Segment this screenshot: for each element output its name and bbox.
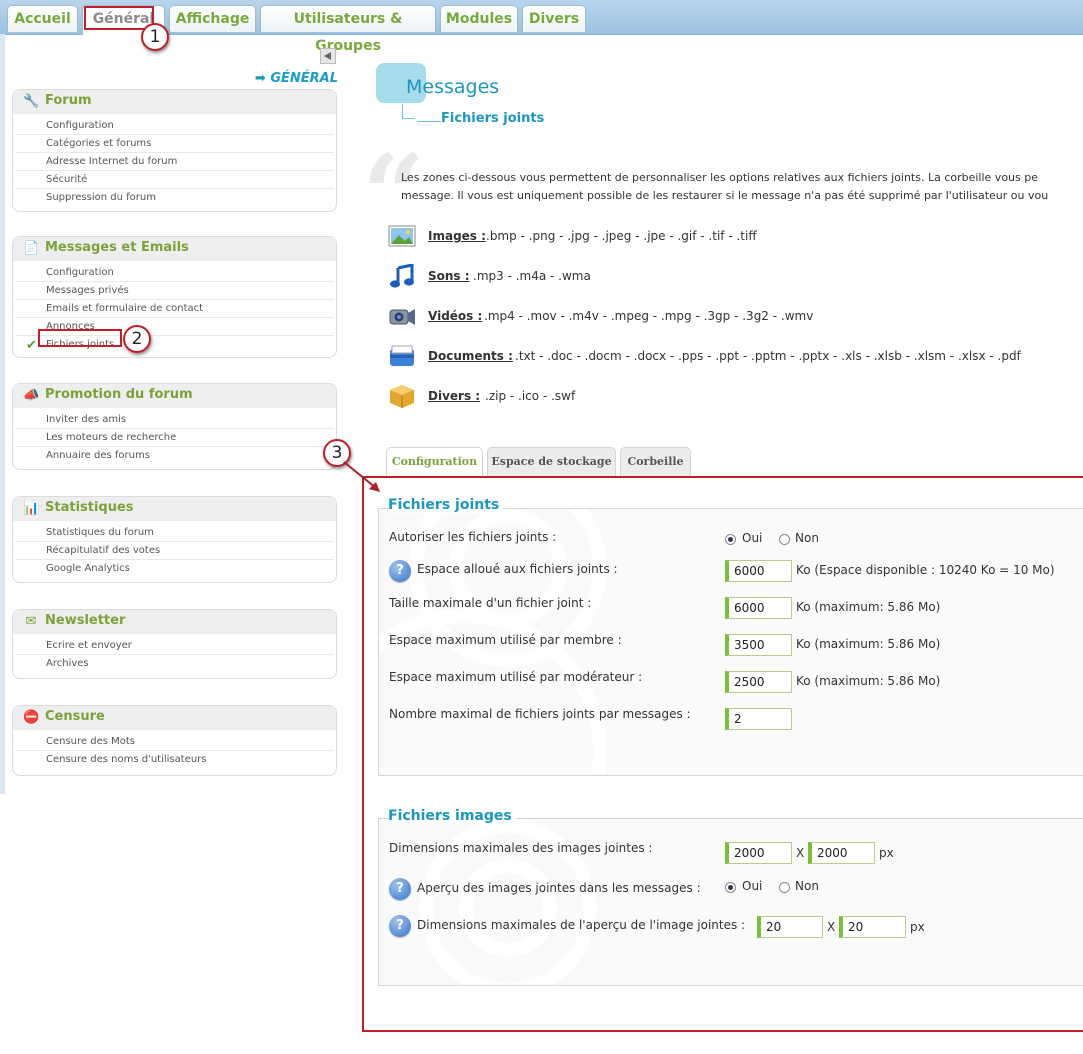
space-note: Ko (Espace disponible : 10240 Ko = 10 Mo…: [796, 563, 1055, 577]
sidebar-item-messages-prives[interactable]: Messages privés: [15, 282, 334, 300]
page-title: Messages: [406, 76, 500, 98]
allow-attachments-label: Autoriser les fichiers joints :: [389, 530, 557, 544]
sidebar-item-moteurs[interactable]: Les moteurs de recherche: [15, 429, 334, 447]
preview-no-label: Non: [795, 879, 819, 893]
attachment-count-label: Nombre maximal de fichiers joints par me…: [389, 707, 691, 721]
image-dims-label: Dimensions maximales des images jointes …: [389, 841, 653, 855]
sidebar-item-inviter[interactable]: Inviter des amis: [15, 411, 334, 429]
intro-text-line-2: message. Il vous est uniquement possible…: [401, 189, 1049, 202]
sidebar-item-suppression[interactable]: Suppression du forum: [15, 189, 334, 206]
sidebar-item-securite[interactable]: Sécurité: [15, 171, 334, 189]
sidebar-item-analytics[interactable]: Google Analytics: [15, 560, 334, 577]
image-height-input[interactable]: 2000: [808, 842, 875, 864]
allow-attachments-no-radio[interactable]: [779, 534, 790, 545]
preview-yes-label: Oui: [742, 879, 763, 893]
pie-chart-icon: 📊: [23, 501, 40, 516]
sidebar-item-votes[interactable]: Récapitulatif des votes: [15, 542, 334, 560]
tab-modules[interactable]: Modules: [440, 5, 518, 32]
preview-yes-radio[interactable]: [725, 882, 736, 893]
member-space-note: Ko (maximum: 5.86 Mo): [796, 637, 941, 651]
wrench-icon: 🔧: [23, 94, 40, 109]
music-note-icon: [390, 264, 414, 288]
collapse-sidebar-button[interactable]: [320, 48, 336, 64]
sidebar-item-categories[interactable]: Catégories et forums: [15, 135, 334, 153]
checkmark-icon: ✔: [26, 338, 37, 353]
space-label: Espace alloué aux fichiers joints :: [417, 562, 618, 576]
tab-configuration[interactable]: Configuration: [386, 447, 483, 478]
max-file-note: Ko (maximum: 5.86 Mo): [796, 600, 941, 614]
allow-no-label: Non: [795, 531, 819, 545]
preview-x-separator: X: [827, 920, 836, 934]
sidebar-item-configuration[interactable]: Configuration: [15, 117, 334, 135]
tab-affichage[interactable]: Affichage: [169, 5, 256, 32]
preview-px-unit: px: [910, 920, 925, 934]
sidebar-item-ecrire[interactable]: Ecrire et envoyer: [15, 637, 334, 655]
envelope-icon: ✉: [25, 614, 37, 629]
image-width-input[interactable]: 2000: [725, 842, 792, 864]
max-file-label: Taille maximale d'un fichier joint :: [389, 596, 592, 610]
megaphone-icon: 📣: [23, 388, 40, 403]
member-space-input[interactable]: 3500: [725, 634, 792, 656]
video-camera-icon: [389, 309, 415, 325]
sidebar-item-censure-mots[interactable]: Censure des Mots: [15, 733, 334, 751]
tab-divers[interactable]: Divers: [522, 5, 586, 32]
attachment-count-input[interactable]: 2: [725, 708, 792, 730]
tab-corbeille[interactable]: Corbeille: [620, 447, 691, 477]
help-icon[interactable]: ?: [389, 878, 411, 900]
dims-px-unit: px: [879, 846, 894, 860]
document-icon: 📄: [23, 241, 40, 256]
highlight-general-tab: [84, 6, 154, 30]
sidebar-item-msg-configuration[interactable]: Configuration: [15, 264, 334, 282]
allow-attachments-yes-radio[interactable]: [725, 534, 736, 545]
sidebar-section-promotion: 📣 Promotion du forum Inviter des amis Les…: [12, 383, 337, 470]
sidebar-section-forum: 🔧 Forum Configuration Catégories et forum…: [12, 89, 337, 212]
preview-label: Aperçu des images jointes dans les messa…: [417, 881, 701, 895]
attachments-legend: Fichiers joints: [388, 497, 504, 513]
image-icon: [388, 225, 416, 247]
preview-width-input[interactable]: 20: [757, 916, 823, 938]
images-legend: Fichiers images: [388, 808, 516, 824]
sidebar-item-annuaire[interactable]: Annuaire des forums: [15, 447, 334, 464]
arrow-right-icon: ➡: [254, 71, 266, 86]
help-icon[interactable]: ?: [389, 560, 411, 582]
dims-x-separator: X: [796, 846, 805, 860]
sidebar-item-archives[interactable]: Archives: [15, 655, 334, 672]
sidebar-section-censure: ⛔ Censure Censure des Mots Censure des no…: [12, 705, 337, 776]
intro-text-line-1: Les zones ci-dessous vous permettent de …: [401, 171, 1038, 184]
tab-utilisateurs-groupes[interactable]: Utilisateurs & Groupes: [260, 5, 436, 54]
space-input[interactable]: 6000: [725, 560, 792, 582]
drawer-icon: [390, 345, 414, 366]
callout-arrow: [343, 461, 380, 492]
preview-no-radio[interactable]: [779, 882, 790, 893]
general-heading[interactable]: ➡ GÉNÉRAL: [246, 71, 338, 86]
max-file-input[interactable]: 6000: [725, 597, 792, 619]
allow-yes-label: Oui: [742, 531, 763, 545]
preview-dims-label: Dimensions maximales de l'aperçu de l'im…: [417, 918, 746, 932]
preview-height-input[interactable]: 20: [839, 916, 906, 938]
sidebar-section-newsletter: ✉ Newsletter Ecrire et envoyer Archives: [12, 609, 337, 679]
sidebar-section-statistiques: 📊 Statistiques Statistiques du forum Réca…: [12, 496, 337, 583]
tab-accueil[interactable]: Accueil: [7, 5, 78, 32]
help-icon[interactable]: ?: [389, 915, 411, 937]
package-icon: [390, 385, 414, 408]
tab-espace-stockage[interactable]: Espace de stockage: [487, 447, 616, 477]
no-entry-icon: ⛔: [23, 710, 40, 725]
sidebar-item-stats-forum[interactable]: Statistiques du forum: [15, 524, 334, 542]
subtitle-connector: [402, 104, 441, 122]
sidebar-item-adresse[interactable]: Adresse Internet du forum: [15, 153, 334, 171]
sidebar-item-emails[interactable]: Emails et formulaire de contact: [15, 300, 334, 318]
member-space-label: Espace maximum utilisé par membre :: [389, 633, 622, 647]
moderator-space-input[interactable]: 2500: [725, 671, 792, 693]
callout-2: 2: [123, 325, 151, 353]
moderator-space-note: Ko (maximum: 5.86 Mo): [796, 674, 941, 688]
highlight-fichiers-joints: [38, 329, 122, 347]
page-subtitle: Fichiers joints: [441, 111, 545, 126]
sidebar-item-censure-noms[interactable]: Censure des noms d'utilisateurs: [15, 751, 334, 768]
moderator-space-label: Espace maximum utilisé par modérateur :: [389, 670, 643, 684]
